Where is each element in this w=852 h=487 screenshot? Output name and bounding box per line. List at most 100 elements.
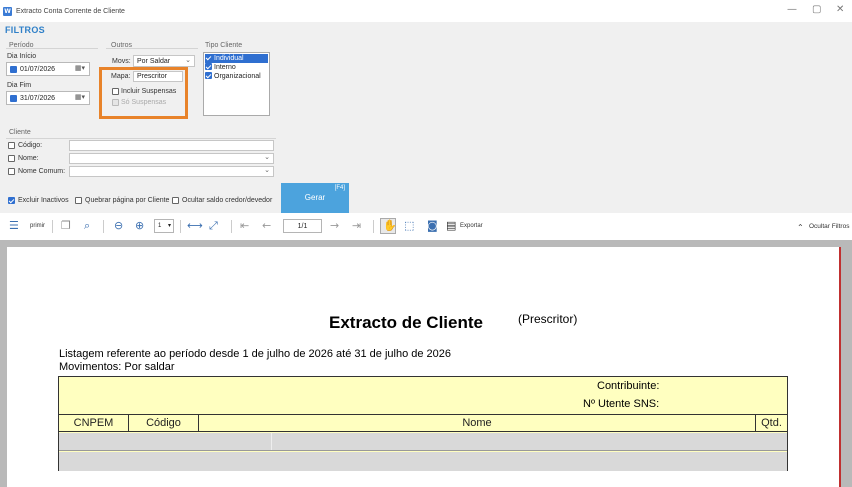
tipo-cliente-checkbox[interactable] xyxy=(205,53,212,61)
zoom-in-icon[interactable]: ⊕ xyxy=(135,220,144,232)
outros-label: Outros xyxy=(111,42,133,49)
window-title: Extracto Conta Corrente de Cliente xyxy=(16,8,125,15)
periodo-label: Período xyxy=(9,42,34,49)
column-header: Código xyxy=(129,415,199,432)
ocultar-saldo-checkbox[interactable] xyxy=(172,197,179,204)
report-subtitle: (Prescritor) xyxy=(518,312,578,326)
select-area-icon[interactable]: ⬚ xyxy=(404,220,414,232)
table-row xyxy=(59,433,787,451)
nome-checkbox[interactable] xyxy=(8,155,15,162)
filters-panel: FILTROS Período Dia Início 01/07/2026 ▦▾… xyxy=(0,22,852,213)
report-period-line: Listagem referente ao período desde 1 de… xyxy=(59,348,452,360)
filters-title: FILTROS xyxy=(5,25,45,35)
dia-inicio-checkbox[interactable] xyxy=(10,66,17,73)
minimize-icon[interactable]: — xyxy=(787,4,797,15)
dia-fim-field[interactable]: 31/07/2026 ▦▾ xyxy=(6,91,90,105)
highlight-box xyxy=(99,67,188,119)
movs-label: Movs: xyxy=(112,58,131,65)
movs-select[interactable]: Por Saldar ⌄ xyxy=(133,55,195,67)
ocultar-filtros-button[interactable]: Ocultar Filtros xyxy=(809,223,849,230)
fit-width-icon[interactable]: ⟷ xyxy=(187,220,203,232)
tipo-cliente-item-label: Interno xyxy=(214,64,236,71)
codigo-label: Código: xyxy=(18,142,43,149)
chevron-up-icon[interactable]: ⌃ xyxy=(797,222,804,234)
contribuinte-label: Contribuinte: xyxy=(597,380,660,392)
tipo-cliente-list[interactable]: Individual Interno Organizacional xyxy=(203,52,270,116)
column-header: Qtd. xyxy=(761,417,782,429)
hand-tool-button[interactable]: ✋ xyxy=(380,218,397,234)
zoom-out-icon[interactable]: ⊖ xyxy=(114,220,123,232)
camera-icon[interactable]: ◙ xyxy=(427,220,438,232)
nome-label: Nome: xyxy=(18,155,39,162)
title-bar: W Extracto Conta Corrente de Cliente — ▢… xyxy=(0,0,852,22)
cliente-label: Cliente xyxy=(9,129,31,136)
prev-page-icon[interactable]: ← xyxy=(262,220,271,232)
dia-inicio-label: Dia Início xyxy=(7,53,37,60)
utente-label: Nº Utente SNS: xyxy=(583,398,660,410)
imprimir-label[interactable]: primir xyxy=(30,223,45,229)
nome-comum-checkbox[interactable] xyxy=(8,168,15,175)
dia-inicio-value: 01/07/2026 xyxy=(20,66,56,73)
dia-fim-label: Dia Fim xyxy=(7,82,32,89)
search-icon[interactable]: ⌕ xyxy=(84,220,90,232)
table-header-row: CNPEM Código Nome Qtd. xyxy=(59,414,787,432)
tipo-cliente-item[interactable]: Organizacional xyxy=(205,71,261,81)
tipo-cliente-item[interactable]: Interno xyxy=(205,62,236,72)
nome-select[interactable]: ⌄ xyxy=(69,153,274,164)
column-header: CNPEM xyxy=(59,415,129,432)
page-value: 1/1 xyxy=(297,223,308,230)
quebrar-pagina-checkbox[interactable] xyxy=(75,197,82,204)
toolbar-divider xyxy=(231,220,232,233)
report-page: Extracto de Cliente (Prescritor) Listage… xyxy=(7,247,841,487)
next-page-icon[interactable]: → xyxy=(330,220,339,232)
ocultar-saldo-label: Ocultar saldo credor/devedor xyxy=(182,197,273,204)
app-icon: W xyxy=(3,7,12,16)
save-icon[interactable]: ▤ xyxy=(446,220,456,232)
codigo-checkbox[interactable] xyxy=(8,142,15,149)
tipo-cliente-item[interactable]: Individual xyxy=(205,53,268,63)
report-movs-line: Movimentos: Por saldar xyxy=(59,361,175,373)
maximize-icon[interactable]: ▢ xyxy=(812,4,821,15)
report-viewer: Extracto de Cliente (Prescritor) Listage… xyxy=(0,240,852,487)
calendar-icon[interactable]: ▦▾ xyxy=(73,64,87,74)
dia-fim-checkbox[interactable] xyxy=(10,95,17,102)
toolbar-divider xyxy=(180,220,181,233)
tipo-cliente-item-label: Individual xyxy=(214,55,244,62)
excluir-inactivos-label: Excluir Inactivos xyxy=(18,197,69,204)
zoom-value: 1 xyxy=(158,223,162,229)
toolbar-divider xyxy=(373,220,374,233)
page-input[interactable]: 1/1 xyxy=(283,219,322,233)
dia-fim-value: 31/07/2026 xyxy=(20,95,56,102)
fit-page-icon[interactable]: ⤢ xyxy=(209,220,218,232)
dia-inicio-field[interactable]: 01/07/2026 ▦▾ xyxy=(6,62,90,76)
tipo-cliente-item-label: Organizacional xyxy=(214,73,261,80)
cliente-group xyxy=(6,138,276,139)
toolbar-divider xyxy=(52,220,53,233)
codigo-input[interactable] xyxy=(69,140,274,151)
nome-comum-select[interactable]: ⌄ xyxy=(69,166,274,177)
tipo-cliente-label: Tipo Cliente xyxy=(205,42,243,49)
chevron-down-icon: ⌄ xyxy=(185,57,191,64)
first-page-icon[interactable]: ⇤ xyxy=(240,220,249,232)
column-header: Nome xyxy=(199,415,756,432)
quebrar-pagina-label: Quebrar página por Cliente xyxy=(85,197,170,204)
zoom-select[interactable]: 1 ▾ xyxy=(154,219,174,233)
menu-icon[interactable]: ☰ xyxy=(9,220,19,232)
excluir-inactivos-checkbox[interactable] xyxy=(8,197,15,204)
last-page-icon[interactable]: ⇥ xyxy=(352,220,361,232)
calendar-icon[interactable]: ▦▾ xyxy=(73,93,87,103)
hand-icon: ✋ xyxy=(383,219,397,232)
movs-value: Por Saldar xyxy=(137,58,171,65)
tipo-cliente-checkbox[interactable] xyxy=(205,62,212,70)
table-row xyxy=(59,452,787,471)
copy-icon[interactable]: ❐ xyxy=(61,220,71,232)
nome-comum-label: Nome Comum: xyxy=(18,168,66,175)
chevron-down-icon: ⌄ xyxy=(264,154,270,161)
report-title: Extracto de Cliente xyxy=(329,313,483,332)
gerar-button[interactable]: [F4] Gerar xyxy=(281,183,349,213)
tipo-cliente-checkbox[interactable] xyxy=(205,71,212,79)
toolbar-divider xyxy=(103,220,104,233)
close-icon[interactable]: ✕ xyxy=(836,4,844,15)
chevron-down-icon: ▾ xyxy=(167,223,171,229)
exportar-label[interactable]: Exportar xyxy=(460,223,483,229)
